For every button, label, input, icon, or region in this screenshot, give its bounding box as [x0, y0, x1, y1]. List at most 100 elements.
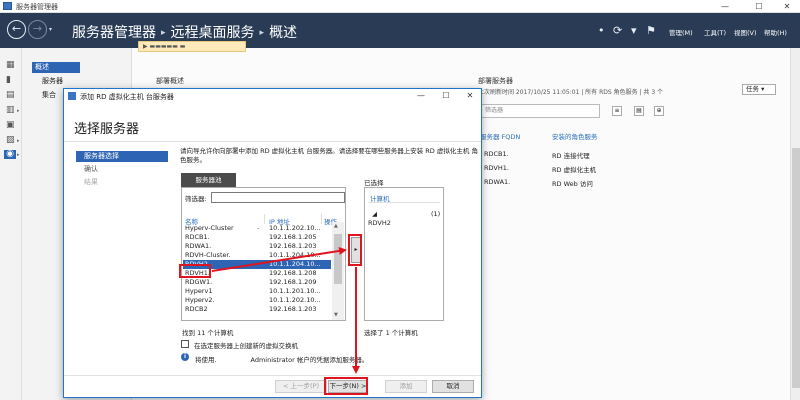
save-query-icon[interactable]: ▤: [634, 106, 644, 116]
table-row[interactable]: RDWA1. 192.168.1.203: [183, 242, 331, 251]
server-name: RDGW1.: [185, 278, 213, 286]
selected-group[interactable]: ◢ (1): [372, 210, 440, 218]
server-name: RDCB2: [185, 305, 208, 313]
breadcrumb-separator-icon: ▸: [161, 28, 166, 38]
refresh-icon[interactable]: ⟳: [613, 24, 622, 37]
server-list-scrollbar[interactable]: ▲ ▼: [332, 222, 344, 320]
tasks-dropdown[interactable]: 任务 ▾: [742, 84, 776, 95]
column-server-fqdn[interactable]: 服务器 FQDN: [480, 131, 520, 141]
table-cell: RD 连接代理: [552, 152, 590, 160]
add-button[interactable]: 添加: [385, 380, 427, 393]
close-button[interactable]: ✕: [776, 1, 798, 12]
redacted-domain: .: [214, 356, 217, 364]
expand-arrow-icon[interactable]: ▸: [17, 152, 20, 158]
create-vswitch-label[interactable]: 在选定服务器上创建新的虚拟交换机: [194, 340, 298, 350]
selected-computers-panel: 计算机 ◢ (1) RDVH2: [364, 187, 444, 321]
server-name: Hyperv-Cluster: [185, 224, 234, 232]
window-titlebar: 服务器管理器 — ☐ ✕: [0, 0, 800, 13]
filter-criteria-icon[interactable]: ⊕: [654, 106, 664, 116]
dashboard-icon[interactable]: ▦: [6, 61, 15, 70]
minimize-button[interactable]: —: [714, 1, 736, 12]
collapse-arrow-icon[interactable]: ◢: [372, 210, 377, 218]
expand-arrow-icon[interactable]: ▸: [17, 138, 20, 144]
hyperv-icon[interactable]: ▣: [6, 121, 15, 130]
table-row[interactable]: RDCB2 192.168.1.203: [183, 305, 331, 314]
scroll-up-icon[interactable]: ▲: [334, 223, 338, 229]
server-ip: 10.1.1.204.10...: [269, 260, 321, 268]
dialog-titlebar: 添加 RD 虚拟化主机 台服务器 — ☐ ✕: [64, 89, 481, 104]
step-confirmation: 确认: [84, 165, 98, 173]
previous-button[interactable]: < 上一步(P): [275, 380, 327, 393]
welcome-strip: ▶ ▬▬▬▬▬ ▬: [138, 41, 246, 52]
dialog-title: 添加 RD 虚拟化主机 台服务器: [80, 93, 174, 101]
remote-desktop-icon[interactable]: ◉: [4, 150, 16, 159]
maximize-button[interactable]: ☐: [748, 1, 770, 12]
divider: [64, 141, 481, 142]
cancel-button[interactable]: 取消: [432, 380, 474, 393]
dialog-description: 请向导允许你向部署中添加 RD 虚拟化主机 台服务器。请选择要在哪些服务器上安装…: [180, 147, 478, 164]
dropdown-icon[interactable]: ▾: [631, 24, 637, 37]
left-icon-rail: ▦ ▮ ▤ ▥ ▸ ▣ ▨ ▸ ◉ ▸: [0, 48, 22, 400]
file-storage-icon[interactable]: ▥: [6, 106, 15, 115]
server-ip: 10.1.1.202.10...: [269, 224, 321, 232]
dialog-close-button[interactable]: ✕: [460, 90, 480, 102]
iis-icon[interactable]: ▨: [6, 136, 15, 145]
column-installed-roles[interactable]: 安装的角色服务: [552, 131, 598, 141]
server-ip: 192.168.1.208: [269, 269, 317, 277]
dialog-maximize-button[interactable]: ☐: [436, 90, 456, 102]
menu-view[interactable]: 视图(V): [734, 27, 757, 37]
server-filter-input[interactable]: [211, 192, 345, 203]
column-divider[interactable]: [264, 214, 265, 224]
breadcrumb-server-manager[interactable]: 服务器管理器: [72, 25, 156, 41]
selected-computer-item[interactable]: RDVH2: [368, 219, 391, 227]
dialog-minimize-button[interactable]: —: [411, 90, 431, 102]
deployment-filter-input[interactable]: 筛选器: [480, 104, 600, 118]
table-row[interactable]: Hyperv-Cluster. 10.1.1.202.10...: [183, 223, 331, 233]
menu-help[interactable]: 帮助(H): [764, 27, 787, 37]
annotation-highlight-next-button: [324, 377, 368, 395]
step-server-selection[interactable]: 服务器选择: [76, 151, 168, 162]
history-dropdown-icon[interactable]: ▾: [49, 26, 52, 33]
table-row[interactable]: RDVH-Cluster. 10.1.1.204.10...: [183, 251, 331, 260]
filter-options-icon[interactable]: ≡: [612, 106, 622, 116]
forward-arrow-icon[interactable]: →: [28, 20, 47, 39]
annotation-highlight-rdvh2: [179, 264, 211, 278]
menu-manage[interactable]: 管理(M): [669, 27, 693, 37]
flag-icon[interactable]: ⚑: [646, 24, 656, 37]
scrollbar-thumb[interactable]: [334, 234, 342, 284]
table-cell: RD 虚拟化主机: [552, 166, 597, 174]
server-name: Hyperv2.: [185, 296, 215, 304]
column-divider[interactable]: [321, 214, 322, 224]
server-ip: 10.1.1.202.10...: [269, 296, 321, 304]
breadcrumb-separator-icon: ▸: [259, 28, 265, 38]
breadcrumb: 服务器管理器 ▸ 远程桌面服务 ▸ 概述: [72, 22, 297, 42]
nav-item-servers[interactable]: 服务器: [22, 76, 132, 87]
table-row[interactable]: Hyperv1 10.1.1.201.10...: [183, 287, 331, 296]
deployment-servers-heading: 部署服务器: [478, 77, 513, 85]
main-scrollbar[interactable]: [790, 48, 800, 400]
divider: [368, 202, 440, 203]
table-row[interactable]: RDCB1. 192.168.1.205: [183, 233, 331, 242]
server-manager-header: ← → ▾ 服务器管理器 ▸ 远程桌面服务 ▸ 概述 • ⟳ ▾ ⚑ 管理(M) 工具(…: [0, 13, 800, 48]
window-title: 服务器管理器: [16, 3, 58, 11]
create-vswitch-checkbox[interactable]: [181, 340, 189, 348]
breadcrumb-remote-desktop[interactable]: 远程桌面服务: [171, 25, 255, 41]
tab-server-pool[interactable]: 服务器池: [181, 173, 236, 187]
info-prefix: 将使用: [195, 356, 215, 364]
table-row[interactable]: Hyperv2. 10.1.1.202.10...: [183, 296, 331, 305]
all-servers-icon[interactable]: ▤: [6, 91, 15, 100]
dialog-heading: 选择服务器: [74, 122, 140, 137]
add-rd-virtualization-host-dialog: 添加 RD 虚拟化主机 台服务器 — ☐ ✕ 选择服务器 服务器选择 确认 结果…: [63, 88, 482, 398]
back-arrow-icon[interactable]: ←: [7, 20, 26, 39]
nav-item-overview[interactable]: 概述: [32, 62, 80, 73]
separator-dot-icon: •: [598, 24, 605, 37]
scrollbar-thumb[interactable]: [792, 148, 800, 388]
local-server-icon[interactable]: ▮: [6, 76, 15, 85]
credentials-info-text: 将使用. Administrator 帐户的凭据添加服务器。: [195, 354, 368, 364]
menu-tools[interactable]: 工具(T): [704, 27, 726, 37]
expand-arrow-icon[interactable]: ▸: [17, 108, 20, 114]
scroll-down-icon[interactable]: ▼: [334, 312, 338, 318]
server-pool-panel: 筛选器: 名称 IP 地址 操作 Hyperv-Cluster. 10.1.1.2…: [181, 187, 346, 321]
table-row[interactable]: RDGW1. 192.168.1.209: [183, 278, 331, 287]
table-cell: RDCB1.: [484, 150, 509, 158]
